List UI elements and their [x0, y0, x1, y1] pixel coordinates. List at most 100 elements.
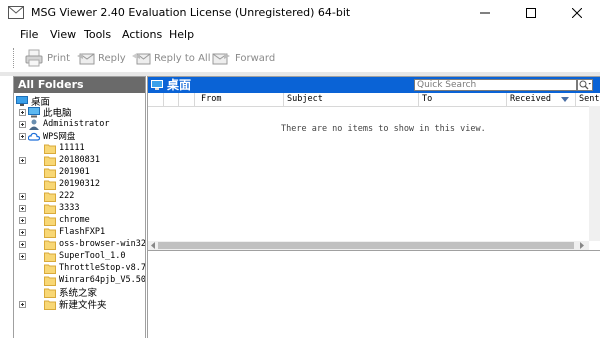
folder-header: 桌面 Quick Search — [148, 77, 600, 93]
folder-icon — [44, 288, 56, 298]
expand-toggle[interactable] — [19, 193, 26, 200]
tree-item-folder[interactable]: oss-browser-win32-x64 — [44, 238, 145, 250]
reply-button[interactable]: Reply — [75, 48, 126, 68]
cloud-icon — [28, 132, 40, 141]
tree-item-this-pc[interactable]: 此电脑 — [28, 106, 72, 119]
folders-header: All Folders — [14, 77, 145, 93]
maximize-button[interactable] — [508, 0, 554, 26]
column-subject[interactable]: Subject — [283, 93, 418, 106]
column-header-row: From Subject To Received Sent — [148, 93, 600, 107]
expand-toggle[interactable] — [19, 121, 26, 128]
expand-toggle[interactable] — [19, 301, 26, 308]
tree-item-folder[interactable]: SuperTool_1.0 — [44, 250, 126, 262]
column-attachment[interactable] — [178, 93, 194, 106]
vertical-scrollbar[interactable] — [589, 106, 600, 241]
tree-item-folder[interactable]: 20180831 — [44, 154, 100, 166]
folder-icon — [44, 204, 56, 214]
folder-icon — [44, 216, 56, 226]
forward-icon — [212, 53, 230, 65]
column-importance[interactable] — [148, 93, 163, 106]
minimize-icon — [480, 12, 490, 14]
expand-toggle[interactable] — [19, 217, 26, 224]
folder-icon — [44, 156, 56, 166]
close-button[interactable] — [554, 0, 600, 26]
menu-tools[interactable]: Tools — [84, 28, 111, 41]
toolbar: Print Reply Reply to All Forward — [0, 43, 600, 72]
close-icon — [572, 8, 582, 18]
column-received-label: Received — [510, 94, 551, 104]
menu-actions[interactable]: Actions — [122, 28, 162, 41]
menu-file[interactable]: File — [20, 28, 38, 41]
tree-item-folder[interactable]: FlashFXP1 — [44, 226, 105, 238]
menu-view[interactable]: View — [50, 28, 76, 41]
reply-all-icon — [132, 53, 151, 65]
folder-icon — [44, 144, 56, 154]
scroll-thumb[interactable] — [158, 242, 574, 249]
tree-item-folder[interactable]: 201901 — [44, 166, 90, 178]
print-button[interactable]: Print — [24, 48, 70, 68]
expand-toggle[interactable] — [19, 133, 26, 140]
expand-toggle[interactable] — [19, 109, 26, 116]
reply-label: Reply — [98, 52, 126, 64]
reply-icon — [77, 53, 95, 65]
title-bar: MSG Viewer 2.40 Evaluation License (Unre… — [0, 0, 600, 26]
tree-item-folder[interactable]: 3333 — [44, 202, 79, 214]
print-label: Print — [47, 52, 71, 64]
expand-toggle[interactable] — [19, 205, 26, 212]
folder-icon — [44, 180, 56, 190]
folder-icon — [44, 276, 56, 286]
column-received[interactable]: Received — [506, 93, 575, 106]
folders-pane: All Folders 桌面 此电脑 Administrator WPS网盘 1… — [13, 76, 146, 338]
search-button[interactable] — [577, 79, 593, 91]
reply-all-button[interactable]: Reply to All — [131, 48, 211, 68]
reply-all-label: Reply to All — [154, 52, 211, 64]
tree-item-folder[interactable]: 222 — [44, 190, 74, 202]
toolbar-grip[interactable] — [13, 48, 17, 68]
printer-icon — [25, 49, 43, 67]
maximize-icon — [526, 8, 536, 18]
folder-icon — [44, 300, 56, 310]
tree-item-wps-drive[interactable]: WPS网盘 — [28, 130, 75, 142]
folder-icon — [44, 192, 56, 202]
message-pane: 桌面 Quick Search From Subject To Received… — [147, 76, 600, 338]
window-title: MSG Viewer 2.40 Evaluation License (Unre… — [31, 6, 351, 19]
computer-icon — [28, 106, 40, 117]
minimize-button[interactable] — [462, 0, 508, 26]
search-icon — [579, 80, 591, 90]
expand-toggle[interactable] — [19, 253, 26, 260]
folder-icon — [44, 252, 56, 262]
column-sent[interactable]: Sent — [575, 93, 600, 106]
desktop-icon — [151, 80, 163, 90]
app-icon — [8, 6, 24, 19]
tree-item-folder[interactable]: 新建文件夹 — [44, 298, 107, 311]
column-to[interactable]: To — [418, 93, 506, 106]
folder-icon — [44, 168, 56, 178]
expand-toggle[interactable] — [19, 229, 26, 236]
tree-item-administrator[interactable]: Administrator — [28, 118, 110, 130]
sort-desc-icon — [561, 97, 569, 102]
expand-toggle[interactable] — [19, 241, 26, 248]
folder-icon — [44, 240, 56, 250]
column-from[interactable]: From — [194, 93, 283, 106]
desktop-icon — [16, 95, 28, 106]
folder-icon — [44, 228, 56, 238]
tree-item-folder[interactable]: 11111 — [44, 142, 85, 154]
horizontal-scrollbar[interactable] — [148, 241, 589, 250]
folder-icon — [44, 264, 56, 274]
tree-item-folder[interactable]: chrome — [44, 214, 90, 226]
scroll-right-icon[interactable] — [579, 242, 585, 249]
tree-item-folder[interactable]: 20190312 — [44, 178, 100, 190]
folder-title: 桌面 — [167, 78, 192, 92]
menu-help[interactable]: Help — [169, 28, 194, 41]
quick-search-input[interactable]: Quick Search — [414, 79, 577, 91]
user-icon — [29, 119, 39, 130]
expand-toggle[interactable] — [19, 157, 26, 164]
column-icon[interactable] — [163, 93, 178, 106]
scroll-left-icon[interactable] — [150, 242, 156, 249]
reading-pane — [148, 250, 600, 338]
empty-list-message: There are no items to show in this view. — [281, 124, 486, 134]
forward-button[interactable]: Forward — [212, 48, 275, 68]
forward-label: Forward — [235, 52, 276, 64]
tree-item-folder[interactable]: ThrottleStop-v8.70.6 — [44, 262, 145, 274]
menu-bar: File View Tools Actions Help — [0, 26, 600, 43]
